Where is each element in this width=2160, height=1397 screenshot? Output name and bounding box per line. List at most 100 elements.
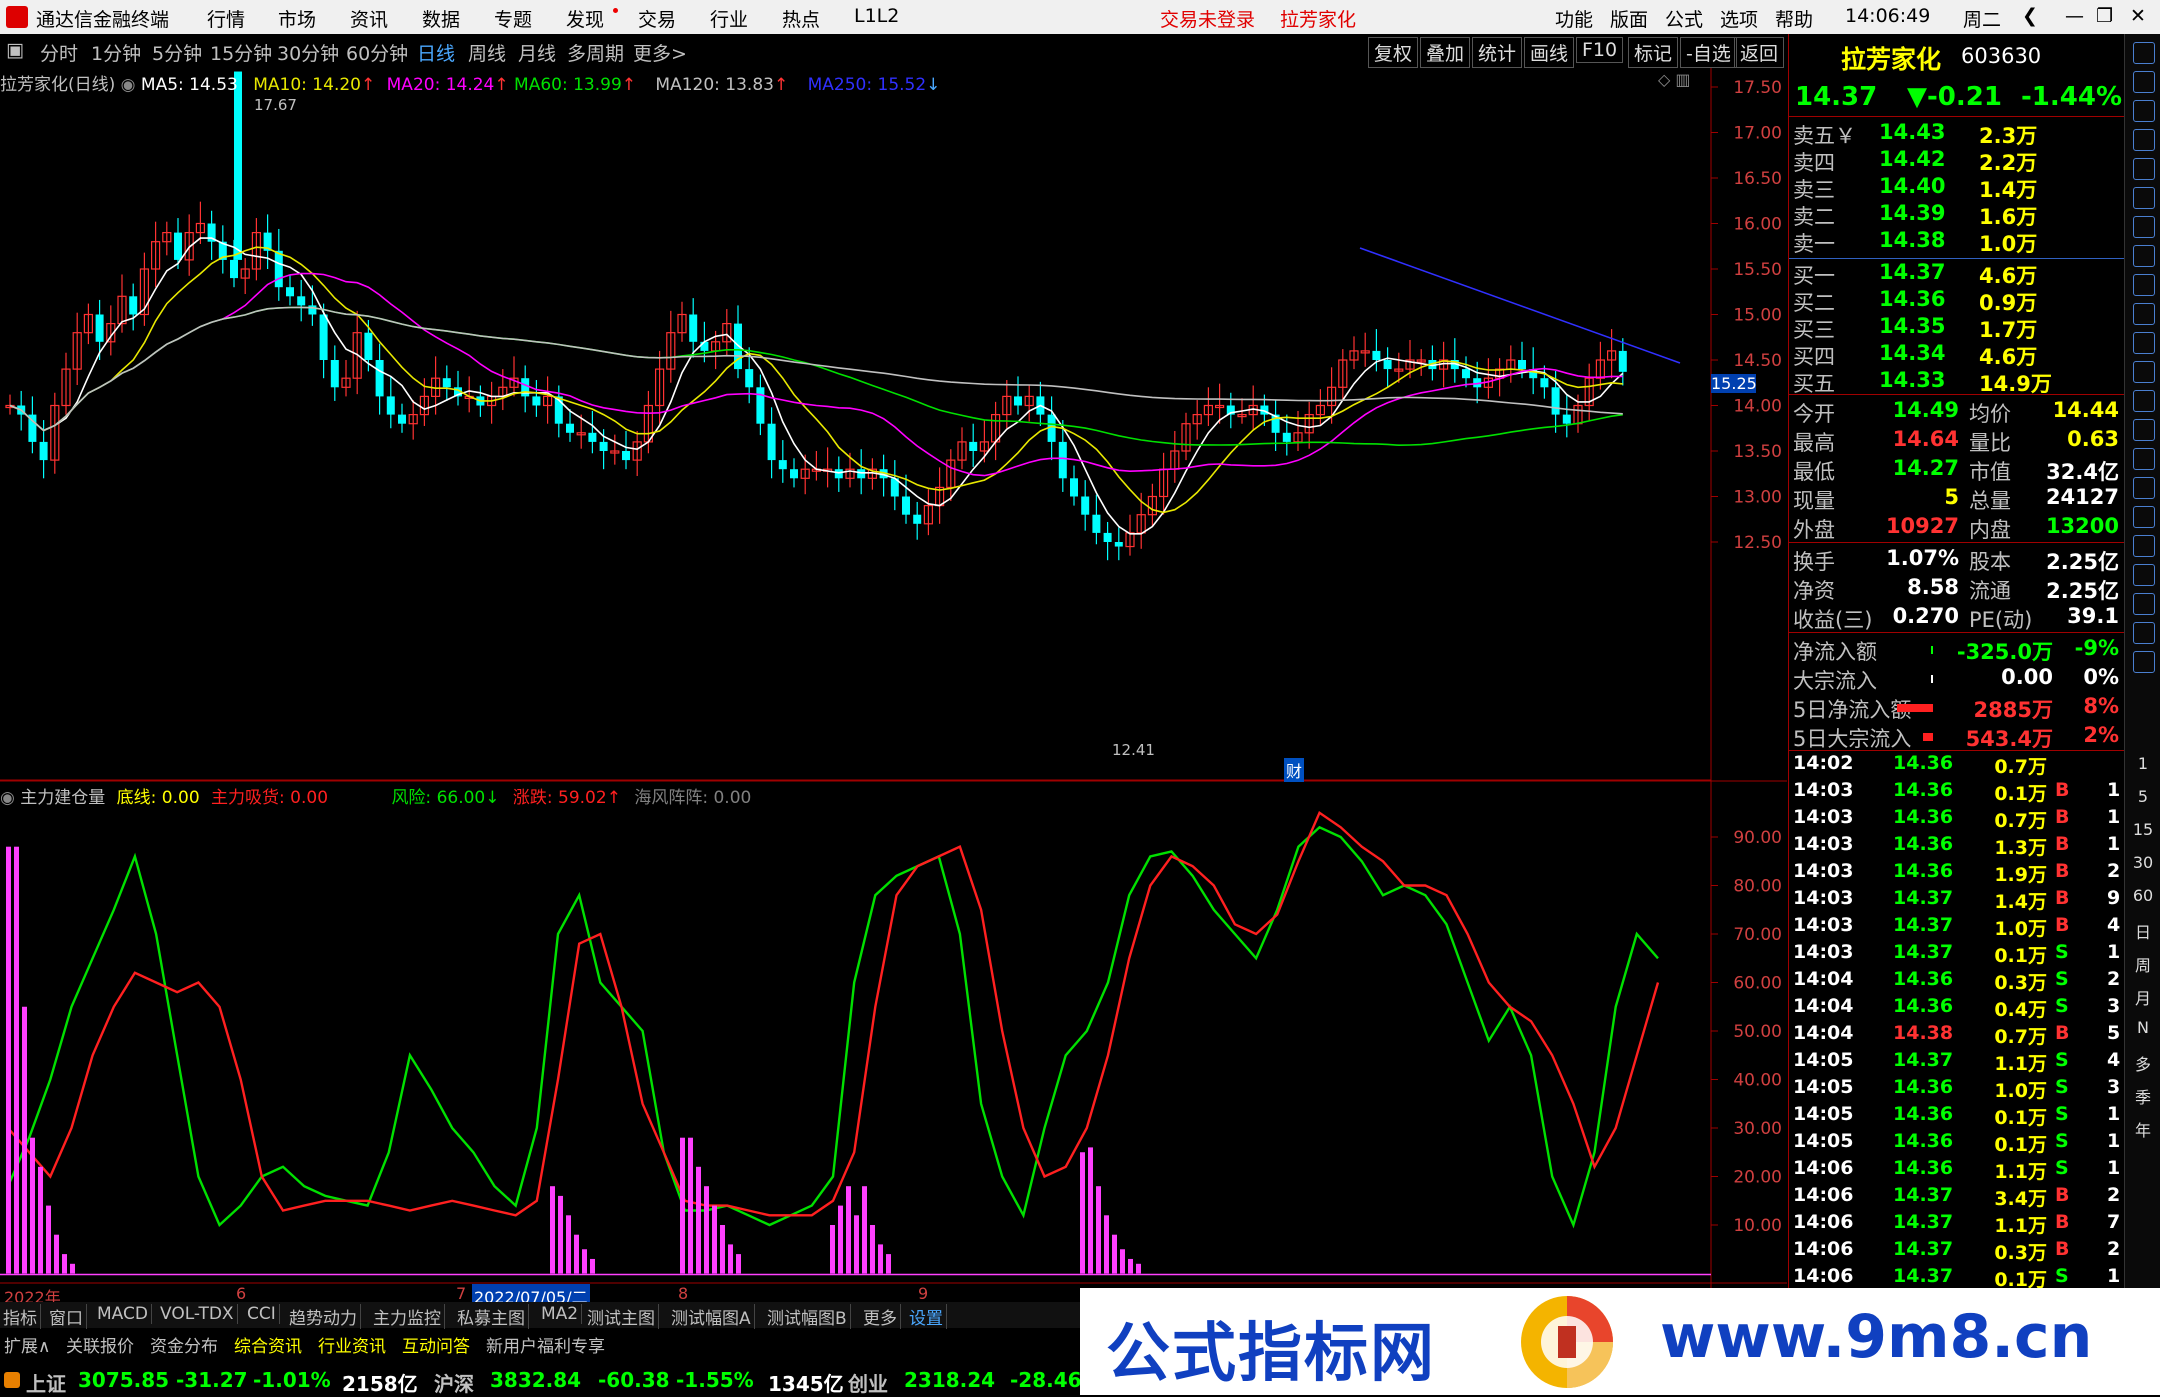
finance-event-marker[interactable]: 财 [1284,758,1305,782]
period-timeshare[interactable]: 分时 [40,39,78,66]
tab-indicator[interactable]: 指标 [0,1304,41,1329]
menu-data[interactable]: 数据 [422,5,460,32]
grid-icon[interactable] [2133,216,2155,238]
period-shortcut[interactable]: 60 [2125,886,2160,905]
rsi-icon[interactable] [2133,535,2155,557]
menu-layout[interactable]: 版面 [1610,5,1648,32]
calendar-icon[interactable] [2133,274,2155,296]
chart-icon[interactable] [2133,506,2155,528]
draw-button[interactable]: 画线 [1524,37,1575,68]
tab-settings[interactable]: 设置 [906,1304,947,1329]
trend-icon[interactable] [2133,245,2155,267]
period-more[interactable]: 更多> [633,39,687,66]
f10-button[interactable]: F10 [1576,37,1624,63]
tab-new-user[interactable]: 新用户福利专享 [486,1332,605,1357]
tab-fund-distribution[interactable]: 资金分布 [150,1332,218,1357]
indicator-toggle-icon[interactable]: ◉ [0,788,15,808]
back-icon[interactable]: ❮ [2022,5,2038,27]
f6-icon[interactable] [2133,448,2155,470]
period-60min[interactable]: 60分钟 [346,39,408,66]
tab-macd[interactable]: MACD [94,1304,152,1324]
tab-qa[interactable]: 互动问答 [402,1332,470,1357]
period-shortcut[interactable]: 日 [2125,919,2160,943]
tab-test-sub-a[interactable]: 测试幅图A [668,1304,755,1329]
period-shortcut[interactable]: 多 [2125,1051,2160,1075]
chart-settings-icon[interactable]: ◇ ▥ [1658,70,1691,89]
menu-function[interactable]: 功能 [1555,5,1593,32]
menu-hot[interactable]: 热点 [782,5,820,32]
chart-icon[interactable] [2133,477,2155,499]
f10-icon[interactable] [2133,332,2155,354]
period-shortcut[interactable]: 周 [2125,952,2160,976]
down-arrow-icon[interactable] [2133,129,2155,151]
period-monthly[interactable]: 月线 [518,39,556,66]
list-icon[interactable] [2133,361,2155,383]
up-arrow-icon[interactable] [2133,42,2155,64]
remove-watchlist-button[interactable]: -自选 [1680,37,1737,68]
period-shortcut[interactable]: 30 [2125,853,2160,872]
menu-l1l2[interactable]: L1L2 [854,5,899,27]
overlay-button[interactable]: 叠加 [1420,37,1471,68]
status-menu-icon[interactable] [4,1372,20,1388]
down-arrow-icon[interactable] [2133,100,2155,122]
menu-market[interactable]: 市场 [278,5,316,32]
tab-composite-news[interactable]: 综合资讯 [234,1332,302,1357]
menu-news[interactable]: 资讯 [350,5,388,32]
menu-topics[interactable]: 专题 [494,5,532,32]
period-shortcut[interactable]: N [2125,1018,2160,1037]
flame-icon[interactable] [2133,564,2155,586]
f2-icon[interactable] [2133,419,2155,441]
menu-quotes[interactable]: 行情 [207,5,245,32]
period-daily[interactable]: 日线 [417,39,455,66]
tab-expand[interactable]: 扩展∧ [4,1332,50,1357]
stats-button[interactable]: 统计 [1472,37,1523,68]
chart-icon[interactable] [2133,303,2155,325]
up-arrow-icon[interactable] [2133,71,2155,93]
tab-private-main[interactable]: 私募主图 [454,1304,529,1329]
period-shortcut[interactable]: 1 [2125,754,2160,773]
tab-more[interactable]: 更多 [860,1304,901,1329]
period-1min[interactable]: 1分钟 [91,39,141,66]
period-weekly[interactable]: 周线 [468,39,506,66]
tab-main-monitor[interactable]: 主力监控 [370,1304,445,1329]
period-15min[interactable]: 15分钟 [210,39,272,66]
chart-icon[interactable] [2133,158,2155,180]
close-icon[interactable]: ✕ [2130,5,2146,27]
period-30min[interactable]: 30分钟 [277,39,339,66]
period-shortcut[interactable]: 5 [2125,787,2160,806]
trade-login-status[interactable]: 交易未登录 [1160,5,1255,32]
tab-window[interactable]: 窗口 [46,1304,87,1329]
tab-test-main[interactable]: 测试主图 [584,1304,659,1329]
menu-discover[interactable]: 发现 [566,5,604,32]
menu-formula[interactable]: 公式 [1665,5,1703,32]
tab-industry-news[interactable]: 行业资讯 [318,1332,386,1357]
period-multi[interactable]: 多周期 [567,39,624,66]
chart-area[interactable]: 17.50 17.00 16.50 16.00 15.50 15.00 14.50 14.00… [0,68,1787,1302]
ma-toggle-icon[interactable]: ◉ [121,75,136,95]
settings-icon[interactable] [2133,651,2155,673]
tab-related-quotes[interactable]: 关联报价 [66,1332,134,1357]
period-shortcut[interactable]: 季 [2125,1084,2160,1108]
tab-cci[interactable]: CCI [244,1304,280,1324]
chart-collapse-icon[interactable]: ▣ [6,39,24,61]
tab-vol-tdx[interactable]: VOL-TDX [157,1304,238,1324]
tab-ma2[interactable]: MA2 [538,1304,583,1324]
tab-test-sub-b[interactable]: 测试幅图B [764,1304,851,1329]
menu-industry[interactable]: 行业 [710,5,748,32]
menu-help[interactable]: 帮助 [1775,5,1813,32]
minimize-icon[interactable]: — [2065,5,2084,27]
menu-trade[interactable]: 交易 [638,5,676,32]
mark-button[interactable]: 标记 [1628,37,1679,68]
tick-list[interactable]: 14:02 14.36 0.7万 14:03 14.36 0.1万 B 1 14:03 14.36… [1789,752,2125,1288]
adjust-button[interactable]: 复权 [1368,37,1419,68]
return-button[interactable]: 返回 [1734,37,1785,68]
pencil-icon[interactable] [2133,622,2155,644]
tab-trend-power[interactable]: 趋势动力 [286,1304,361,1329]
period-shortcut[interactable]: 15 [2125,820,2160,839]
period-shortcut[interactable]: 月 [2125,985,2160,1009]
chart-icon[interactable] [2133,390,2155,412]
period-shortcut[interactable]: 年 [2125,1117,2160,1141]
period-5min[interactable]: 5分钟 [152,39,202,66]
menu-options[interactable]: 选项 [1720,5,1758,32]
restore-icon[interactable]: ❐ [2096,5,2113,27]
